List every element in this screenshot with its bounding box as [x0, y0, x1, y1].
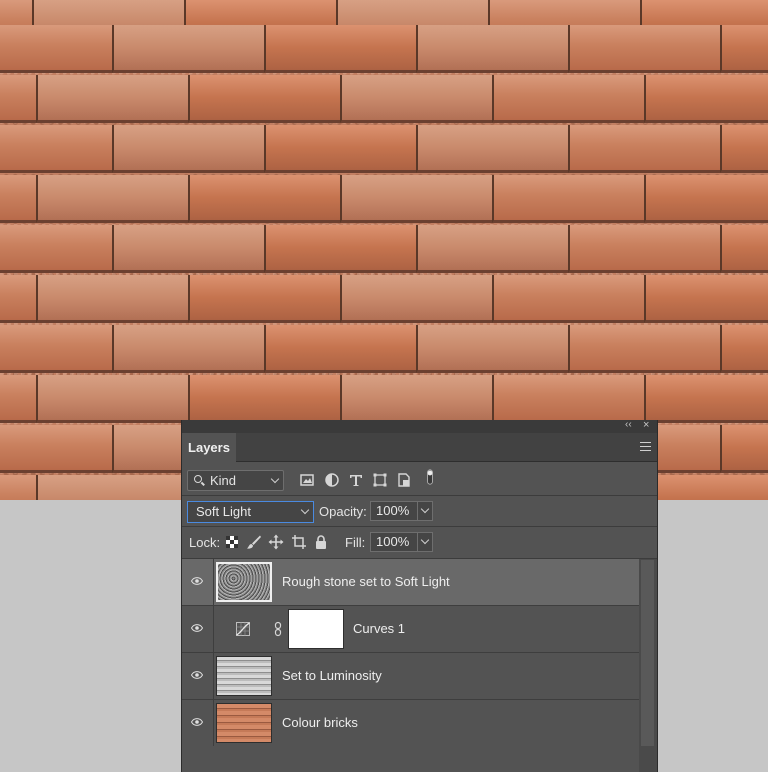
scrollbar-thumb[interactable] — [641, 560, 654, 746]
chevron-down-icon — [270, 474, 280, 484]
curves-adjustment-icon — [236, 622, 250, 636]
eye-icon — [191, 718, 203, 726]
lock-transparent-icon[interactable] — [224, 534, 240, 550]
opacity-label: Opacity: — [319, 504, 367, 519]
layer-filter-row: Kind — [182, 461, 657, 496]
filter-kind-label: Kind — [210, 473, 237, 488]
visibility-toggle[interactable] — [182, 700, 214, 746]
smart-object-filter-icon[interactable] — [396, 472, 412, 488]
visibility-toggle[interactable] — [182, 559, 214, 605]
visibility-toggle[interactable] — [182, 653, 214, 699]
lock-artboard-icon[interactable] — [291, 534, 307, 550]
layer-name: Curves 1 — [353, 621, 406, 636]
pixel-filter-icon[interactable] — [299, 472, 315, 488]
chevron-down-icon — [420, 535, 430, 545]
tab-layers[interactable]: Layers — [182, 433, 236, 462]
fill-label: Fill: — [345, 535, 366, 550]
lock-position-icon[interactable] — [268, 534, 284, 550]
layer-mask-thumbnail[interactable] — [288, 609, 344, 649]
eye-icon — [191, 671, 203, 679]
brick-row — [0, 325, 768, 373]
panel-tab-bar: Layers — [182, 433, 657, 462]
layer-row-colour-bricks[interactable]: Colour bricks — [182, 700, 639, 747]
fill-input[interactable]: 100% — [370, 532, 422, 552]
brick-row — [0, 25, 768, 73]
shape-filter-icon[interactable] — [372, 472, 388, 488]
collapse-panel-icon[interactable]: ‹‹ — [625, 419, 632, 430]
brick-row — [0, 125, 768, 173]
lock-all-icon[interactable] — [313, 534, 329, 550]
layer-thumbnail-colour-bricks — [216, 703, 272, 743]
blend-mode-value: Soft Light — [196, 504, 251, 519]
filter-kind-dropdown[interactable]: Kind — [187, 470, 284, 491]
layers-scrollbar[interactable] — [639, 559, 657, 772]
type-filter-icon[interactable] — [348, 472, 364, 488]
panel-menu-icon[interactable] — [640, 442, 651, 454]
link-icon[interactable] — [274, 621, 282, 637]
layer-row-curves[interactable]: Curves 1 — [182, 606, 639, 653]
filter-toggle-icon[interactable] — [422, 469, 438, 485]
chevron-down-icon — [420, 504, 430, 514]
layer-name: Colour bricks — [282, 715, 358, 730]
lock-image-icon[interactable] — [246, 534, 262, 550]
opacity-slider-toggle[interactable] — [417, 501, 433, 521]
layer-row-luminosity[interactable]: Set to Luminosity — [182, 653, 639, 700]
lock-row: Lock: Fill: 100% — [182, 526, 657, 559]
search-icon — [194, 475, 202, 483]
lock-label: Lock: — [189, 535, 221, 550]
layer-name: Set to Luminosity — [282, 668, 382, 683]
brick-row — [0, 225, 768, 273]
layers-empty-area[interactable] — [182, 746, 639, 772]
layer-thumbnail-luminosity — [216, 656, 272, 696]
layer-name: Rough stone set to Soft Light — [282, 574, 450, 589]
layers-panel: ‹‹ × Layers Kind Soft Light Opacity: 100… — [181, 419, 658, 772]
brick-row — [0, 75, 768, 123]
close-panel-icon[interactable]: × — [643, 419, 649, 431]
brick-row — [0, 175, 768, 223]
brick-row — [0, 375, 768, 423]
layer-row-rough-stone[interactable]: Rough stone set to Soft Light — [182, 559, 639, 606]
eye-icon — [191, 577, 203, 585]
chevron-down-icon — [300, 505, 310, 515]
adjustment-filter-icon[interactable] — [324, 472, 340, 488]
layer-thumbnail-rough-stone — [216, 562, 272, 602]
visibility-toggle[interactable] — [182, 606, 214, 652]
blend-mode-row: Soft Light Opacity: 100% — [182, 496, 657, 527]
brick-row — [0, 275, 768, 323]
blend-mode-dropdown[interactable]: Soft Light — [187, 501, 314, 523]
opacity-input[interactable]: 100% — [370, 501, 422, 521]
eye-icon — [191, 624, 203, 632]
panel-title-strip: ‹‹ × — [182, 419, 657, 433]
fill-slider-toggle[interactable] — [417, 532, 433, 552]
